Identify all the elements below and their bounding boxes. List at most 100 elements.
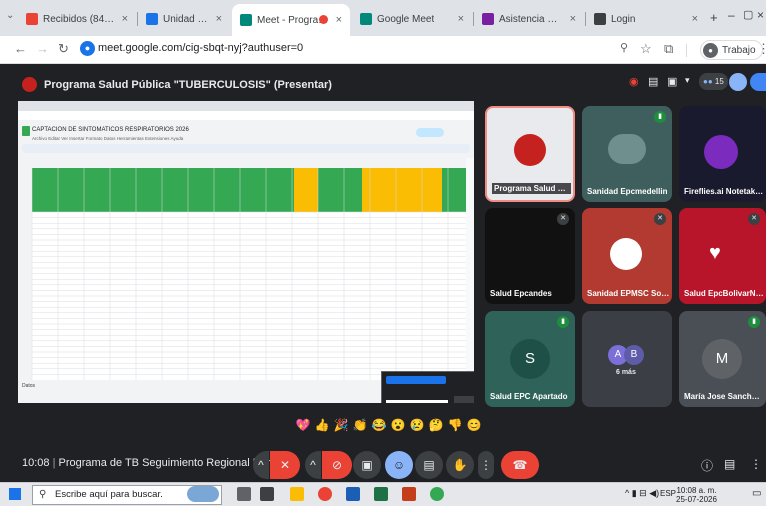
more-options-button[interactable]: ⋮ <box>478 451 494 479</box>
profile-button[interactable]: ● Trabajo <box>700 40 763 60</box>
participant-name: Fireflies.ai Notetaker Pr... <box>684 187 764 196</box>
sheets-icon <box>146 13 158 25</box>
tile-participant[interactable]: ▮ S Salud EPC Apartado <box>485 311 575 407</box>
chat-icon[interactable]: ▤ <box>724 457 735 471</box>
tab-title: Recibidos (84) - man <box>43 13 117 25</box>
close-icon[interactable]: × <box>216 13 222 25</box>
menu-icon[interactable]: ⋮ <box>757 41 766 57</box>
reload-icon[interactable]: ↻ <box>58 41 69 57</box>
tab-google-meet[interactable]: Google Meet × <box>352 6 472 32</box>
windows-start-icon[interactable] <box>9 488 21 500</box>
activities-icon[interactable]: ⋮⋮ <box>750 457 766 471</box>
camera-off-button[interactable]: ⊘ <box>322 451 352 479</box>
fireflies-logo-icon <box>704 135 738 169</box>
calculator-icon[interactable] <box>260 487 274 501</box>
participant-name: Sanidad EPMSC Sonson <box>587 289 670 298</box>
tile-presenter[interactable]: Programa Salud Pública ... <box>485 106 575 202</box>
chrome-icon[interactable] <box>318 487 332 501</box>
url-field[interactable]: meet.google.com/cig-sbqt-nyj?authuser=0 <box>98 42 303 54</box>
extensions-icon[interactable]: ⧉ <box>664 41 673 57</box>
presenting-icon <box>22 77 37 92</box>
back-icon[interactable]: ← <box>14 41 27 56</box>
excel-icon[interactable] <box>374 487 388 501</box>
reaction-emoji-4[interactable]: 😂 <box>371 417 387 433</box>
close-icon[interactable]: × <box>122 13 128 25</box>
tab-unidad[interactable]: Unidad de Servicios T × <box>138 6 230 32</box>
reaction-emoji-0[interactable]: 💖 <box>295 417 311 433</box>
present-icon[interactable]: ▣ <box>667 75 677 88</box>
participants-badge[interactable]: ●● 15 <box>699 73 728 90</box>
captions-icon[interactable]: ▤ <box>648 75 658 88</box>
tray-icons[interactable]: ^ ▮ ⊟ ◀) <box>625 488 659 499</box>
tile-more-participants[interactable]: A B 6 más <box>582 311 672 407</box>
mic-options-button[interactable]: ^ <box>253 451 269 479</box>
reaction-emoji-7[interactable]: 🤔 <box>428 417 444 433</box>
reaction-emoji-3[interactable]: 👏 <box>352 417 368 433</box>
tile-participant[interactable]: ▮ Sanidad Epcmedellin <box>582 106 672 202</box>
tile-participant[interactable]: ✕ ♥ Salud EpcBolivarNoroeste <box>679 208 766 304</box>
search-placeholder: Escribe aquí para buscar. <box>55 489 163 500</box>
avatar-letter: B <box>624 345 644 365</box>
bookmark-star-icon[interactable]: ☆ <box>640 41 652 57</box>
record-icon[interactable]: ◉ <box>629 75 639 88</box>
tab-gmail[interactable]: Recibidos (84) - man × <box>18 6 136 32</box>
heartbeat-icon: ♥ <box>709 242 721 264</box>
forward-icon[interactable]: → <box>36 41 49 56</box>
tile-participant[interactable]: ✕ Sanidad EPMSC Sonson <box>582 208 672 304</box>
tile-participant[interactable]: ✕ Salud Epcandes <box>485 208 575 304</box>
system-clock[interactable]: 10:08 a. m. 25-07-2026 <box>676 486 717 504</box>
sheet-grid <box>18 158 466 380</box>
minimize-button[interactable]: – <box>728 8 735 22</box>
language-indicator[interactable]: ESP <box>660 489 676 498</box>
raise-hand-button[interactable]: ✋ <box>446 451 474 479</box>
presenter-avatar <box>514 134 546 166</box>
account-icon[interactable] <box>750 73 766 91</box>
present-button[interactable]: ▤ <box>415 451 443 479</box>
powerpoint-icon[interactable] <box>402 487 416 501</box>
reaction-emoji-1[interactable]: 👍 <box>314 417 330 433</box>
site-info-icon[interactable]: ● <box>80 41 95 56</box>
cortana-icon[interactable] <box>187 486 219 502</box>
tab-login[interactable]: Login × <box>586 6 706 32</box>
hang-up-button[interactable]: ☎ <box>501 451 539 479</box>
close-icon[interactable]: × <box>692 13 698 25</box>
mic-off-button[interactable]: ✕ <box>270 451 300 479</box>
windows-taskbar: ⚲ Escribe aquí para buscar. ^ ▮ ⊟ ◀) ESP… <box>0 482 766 506</box>
chrome-icon[interactable] <box>430 487 444 501</box>
file-explorer-icon[interactable] <box>290 487 304 501</box>
presentation-title: Programa Salud Pública "TUBERCULOSIS" (P… <box>44 79 332 91</box>
row-header-column <box>18 168 32 380</box>
close-icon[interactable]: × <box>336 14 342 26</box>
info-icon[interactable]: ⓘ <box>701 457 713 474</box>
notifications-icon[interactable]: ▭ <box>752 488 761 499</box>
mic-off-icon: ✕ <box>748 213 760 225</box>
meet-icon <box>360 13 372 25</box>
reaction-emoji-8[interactable]: 👎 <box>447 417 463 433</box>
tab-title: Login <box>611 13 636 25</box>
captions-button[interactable]: ▣ <box>353 451 381 479</box>
close-icon[interactable]: × <box>570 13 576 25</box>
reaction-emoji-5[interactable]: 😮 <box>390 417 406 433</box>
restore-button[interactable]: ▢ <box>743 8 753 21</box>
word-icon[interactable] <box>346 487 360 501</box>
zoom-icon[interactable]: ⚲ <box>620 41 628 54</box>
participant-avatar <box>608 134 646 164</box>
camera-options-button[interactable]: ^ <box>305 451 321 479</box>
reaction-emoji-2[interactable]: 🎉 <box>333 417 349 433</box>
close-window-button[interactable]: × <box>757 8 764 22</box>
shared-screen[interactable]: CAPTACION DE SINTOMATICOS RESPIRATORIOS … <box>18 101 474 403</box>
gemini-icon[interactable] <box>729 73 747 91</box>
reaction-emoji-6[interactable]: 😢 <box>409 417 425 433</box>
reaction-emoji-9[interactable]: 😊 <box>466 417 482 433</box>
tab-search-icon[interactable]: ⌄ <box>6 10 14 21</box>
task-view-icon[interactable] <box>237 487 251 501</box>
tab-meet-programa[interactable]: Meet - Programa × <box>232 4 350 36</box>
close-icon[interactable]: × <box>458 13 464 25</box>
reactions-button[interactable]: ☺ <box>385 451 413 479</box>
chevron-down-icon[interactable]: ▾ <box>685 75 690 86</box>
new-tab-button[interactable]: + <box>710 10 718 25</box>
clock-time: 10:08 a. m. <box>676 486 717 495</box>
tab-asistencia[interactable]: Asistencia mesa técn × <box>474 6 584 32</box>
tile-participant[interactable]: Fireflies.ai Notetaker Pr... <box>679 106 766 202</box>
tile-participant[interactable]: ▮ M María Jose Sanchez Gu... <box>679 311 766 407</box>
